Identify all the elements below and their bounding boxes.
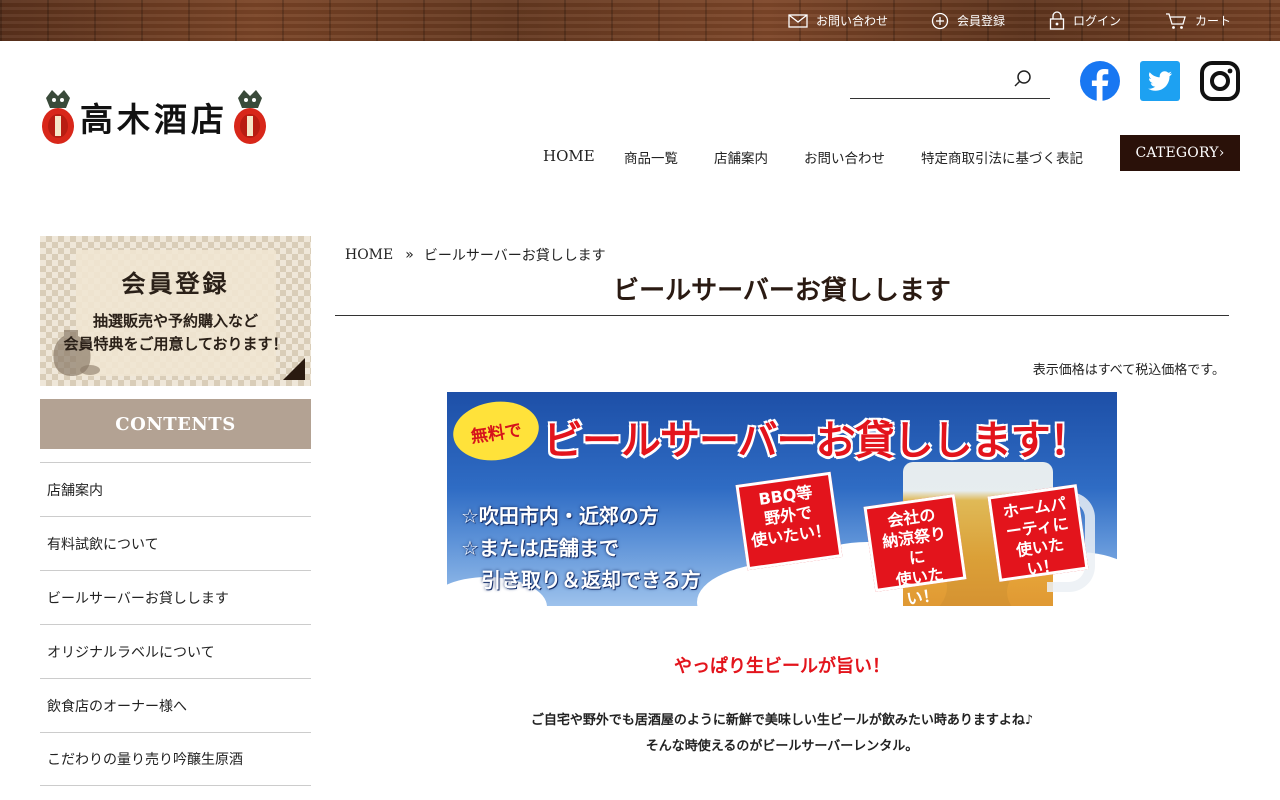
member-registration-banner[interactable]: 会員登録 抽選販売や予約購入など 会員特典をご用意しております！ bbox=[40, 236, 311, 386]
hero-condition-2: ☆または店舗まで bbox=[461, 536, 619, 560]
cart-icon bbox=[1166, 12, 1186, 29]
contents-heading: CONTENTS bbox=[40, 399, 311, 449]
plus-circle-icon bbox=[931, 12, 949, 29]
banner-subtitle-line1: 抽選販売や予約購入など bbox=[92, 312, 258, 330]
sidebar-item-beer-server[interactable]: ビールサーバーお貸しします bbox=[40, 570, 311, 624]
category-label: CATEGORY bbox=[1135, 145, 1219, 161]
section-subheading: やっぱり生ビールが旨い！ bbox=[674, 656, 890, 677]
hero-condition-3: 引き取り＆返却できる方 bbox=[481, 568, 701, 592]
topbar-cart-label: カート bbox=[1195, 14, 1232, 28]
nav-products[interactable]: 商品一覧 bbox=[624, 147, 678, 167]
instagram-icon[interactable] bbox=[1200, 61, 1240, 101]
search-input[interactable] bbox=[850, 64, 1010, 94]
topbar-login-label: ログイン bbox=[1073, 14, 1122, 28]
category-button[interactable]: CATEGORY › bbox=[1120, 135, 1240, 171]
breadcrumb-separator: » bbox=[405, 247, 414, 263]
nav-home[interactable]: HOME bbox=[543, 147, 595, 165]
nav-legal-notice[interactable]: 特定商取引法に基づく表記 bbox=[921, 147, 1083, 167]
topbar-contact-label: お問い合わせ bbox=[816, 14, 889, 28]
twitter-icon[interactable] bbox=[1140, 61, 1180, 101]
page-title: ビールサーバーお貸しします bbox=[613, 276, 951, 306]
sidebar-item-original-label[interactable]: オリジナルラベルについて bbox=[40, 624, 311, 678]
hero-tag-company-festival: 会社の 納涼祭りに 使いたい！ bbox=[863, 494, 967, 606]
breadcrumb-current: ビールサーバーお貸しします bbox=[423, 248, 606, 264]
chevron-right-icon: › bbox=[1218, 145, 1225, 161]
logo-mascot-left-icon bbox=[42, 90, 74, 144]
breadcrumb: HOME » ビールサーバーお貸しします bbox=[345, 245, 606, 265]
mail-icon bbox=[788, 13, 808, 28]
sidebar-item-restaurant-owners[interactable]: 飲食店のオーナー様へ bbox=[40, 678, 311, 732]
topbar-register-label: 会員登録 bbox=[957, 14, 1006, 28]
free-badge: 無料で bbox=[449, 396, 543, 466]
topbar-login-link[interactable]: ログイン bbox=[1049, 0, 1121, 41]
topbar-contact-link[interactable]: お問い合わせ bbox=[788, 0, 888, 41]
lock-icon bbox=[1049, 11, 1065, 30]
hero-tag-home-party: ホームパ ーティに 使いたい！ bbox=[987, 484, 1089, 582]
breadcrumb-home[interactable]: HOME bbox=[345, 247, 393, 263]
banner-corner-arrow-icon bbox=[283, 358, 305, 380]
tax-note: 表示価格はすべて税込価格です。 bbox=[1032, 363, 1225, 378]
global-navigation: HOME 商品一覧 店舗案内 お問い合わせ 特定商取引法に基づく表記 bbox=[0, 147, 1280, 167]
top-utility-bar: お問い合わせ 会員登録 ログイン カート bbox=[0, 0, 1280, 41]
site-logo[interactable]: 高木酒店 bbox=[40, 86, 274, 148]
sidebar-item-bulk-sake[interactable]: こだわりの量り売り吟醸生原酒 bbox=[40, 732, 311, 786]
topbar-register-link[interactable]: 会員登録 bbox=[931, 0, 1005, 41]
beer-server-hero-banner: 無料で ビールサーバーお貸しします！ ☆吹田市内・近郊の方 ☆または店舗まで 引… bbox=[447, 392, 1117, 606]
search-box bbox=[850, 62, 1050, 99]
hero-tag-bbq: BBQ等 野外で 使いたい！ bbox=[735, 471, 843, 571]
search-icon[interactable] bbox=[1012, 68, 1034, 90]
logo-text: 高木酒店 bbox=[80, 100, 228, 139]
sidebar-item-paid-tasting[interactable]: 有料試飲について bbox=[40, 516, 311, 570]
body-text-line2: そんな時使えるのがビールサーバーレンタル。 bbox=[645, 739, 919, 754]
banner-subtitle-line2: 会員特典をご用意しております！ bbox=[63, 335, 288, 353]
facebook-icon[interactable] bbox=[1080, 61, 1120, 101]
logo-mascot-right-icon bbox=[234, 90, 266, 144]
banner-title: 会員登録 bbox=[121, 269, 230, 298]
body-text-line1: ご自宅や野外でも居酒屋のように新鮮で美味しい生ビールが飲みたい時ありますよね♪ bbox=[530, 713, 1034, 728]
sidebar-contents-list: 店舗案内 有料試飲について ビールサーバーお貸しします オリジナルラベルについて… bbox=[40, 462, 311, 786]
nav-contact[interactable]: お問い合わせ bbox=[804, 147, 885, 167]
hero-condition-1: ☆吹田市内・近郊の方 bbox=[461, 504, 659, 528]
topbar-cart-link[interactable]: カート bbox=[1165, 0, 1231, 41]
nav-store-info[interactable]: 店舗案内 bbox=[714, 147, 768, 167]
hero-headline: ビールサーバーお貸しします！ bbox=[543, 418, 1090, 464]
title-divider bbox=[335, 315, 1229, 316]
sidebar-item-store-info[interactable]: 店舗案内 bbox=[40, 462, 311, 516]
